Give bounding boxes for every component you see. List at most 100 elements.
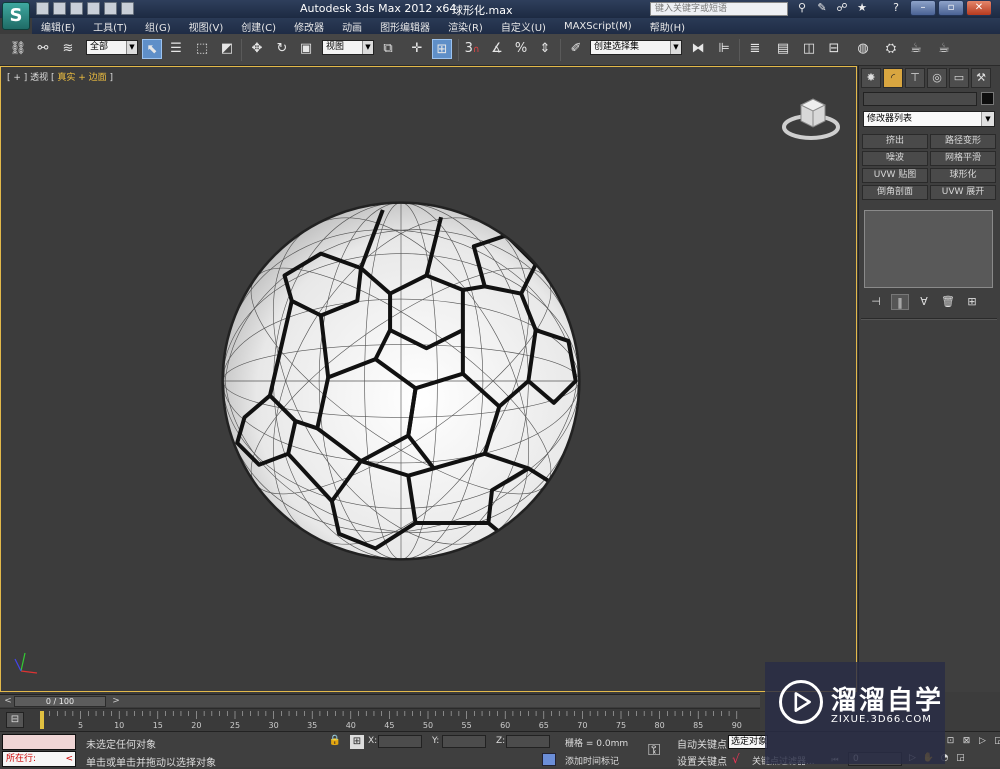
- render-setup-icon[interactable]: ⛭: [881, 39, 901, 59]
- close-button[interactable]: ✕: [966, 0, 992, 16]
- tools-icon[interactable]: ✎: [815, 1, 829, 15]
- new-file-icon[interactable]: [36, 2, 49, 15]
- selection-filter-dropdown[interactable]: 全部 ▼: [86, 40, 138, 55]
- graphite-modeling-icon[interactable]: ▤: [773, 39, 793, 59]
- rendered-frame-window-icon[interactable]: ☕: [906, 39, 926, 59]
- motion-tab-icon[interactable]: ◎: [927, 68, 947, 88]
- perspective-viewport[interactable]: [ + ] 透视 [ 真实 + 边面 ]: [0, 66, 857, 692]
- save-file-icon[interactable]: [70, 2, 83, 15]
- material-editor-icon[interactable]: ◍: [853, 39, 873, 59]
- select-and-link-icon[interactable]: ⛓: [8, 39, 28, 59]
- align-icon[interactable]: ⊫: [714, 39, 734, 59]
- search-input[interactable]: 键入关键字或短语: [650, 2, 788, 16]
- add-time-tag-icon[interactable]: [542, 753, 556, 766]
- menu-group[interactable]: 组(G): [136, 19, 180, 34]
- set-key-icon[interactable]: ⚿: [648, 740, 660, 760]
- communication-icon[interactable]: ☍: [835, 1, 849, 15]
- show-end-result-icon[interactable]: ‖: [891, 294, 909, 310]
- menu-views[interactable]: 视图(V): [180, 19, 233, 34]
- configure-modifier-sets-icon[interactable]: ⊞: [963, 294, 981, 310]
- absolute-mode-icon[interactable]: ⊞: [350, 735, 364, 749]
- z-coordinate-field[interactable]: [506, 735, 550, 748]
- snaps-toggle-icon[interactable]: 3∩: [462, 39, 482, 59]
- auto-key-button[interactable]: 自动关键点: [677, 736, 727, 751]
- modifier-spherify-button[interactable]: 球形化: [930, 168, 996, 183]
- field-of-view-icon[interactable]: ▷: [976, 735, 989, 748]
- object-name-field[interactable]: [863, 92, 977, 106]
- quick-access-dropdown-icon[interactable]: [121, 2, 134, 15]
- menu-maxscript[interactable]: MAXScript(M): [555, 21, 641, 32]
- bind-space-warp-icon[interactable]: ≋: [58, 39, 78, 59]
- hierarchy-tab-icon[interactable]: ⊤: [905, 68, 925, 88]
- viewcube-icon[interactable]: [781, 89, 841, 145]
- pivot-center-icon[interactable]: ⧉: [378, 39, 398, 59]
- named-selection-dropdown[interactable]: 创建选择集 ▼: [590, 40, 682, 55]
- help-icon[interactable]: ?: [889, 1, 903, 15]
- rectangular-selection-icon[interactable]: ⬚: [192, 39, 212, 59]
- menu-create[interactable]: 创建(C): [232, 19, 285, 34]
- render-production-icon[interactable]: ☕: [934, 39, 954, 59]
- y-coordinate-field[interactable]: [442, 735, 486, 748]
- remove-modifier-icon[interactable]: 🗑: [939, 294, 957, 310]
- track-bar[interactable]: ⊟ 5 10 15 20 25 30 35 40 45 50 55 60 65 70 75 80 85 90: [0, 708, 760, 730]
- time-slider-next-icon[interactable]: >: [110, 696, 122, 707]
- mirror-icon[interactable]: ⧓: [688, 39, 708, 59]
- menu-edit[interactable]: 编辑(E): [32, 19, 84, 34]
- window-crossing-icon[interactable]: ◩: [217, 39, 237, 59]
- menu-modifiers[interactable]: 修改器: [285, 19, 333, 34]
- modifier-list-dropdown[interactable]: 修改器列表 ▼: [863, 111, 995, 127]
- time-slider-thumb[interactable]: 0 / 100: [14, 696, 106, 707]
- pin-stack-icon[interactable]: ⊣: [867, 294, 885, 310]
- time-slider-prev-icon[interactable]: <: [2, 696, 14, 707]
- modifier-bevel-profile-button[interactable]: 倒角剖面: [862, 185, 928, 200]
- modifier-extrude-button[interactable]: 挤出: [862, 134, 928, 149]
- x-coordinate-field[interactable]: [378, 735, 422, 748]
- keyboard-shortcut-override-icon[interactable]: ⊞: [432, 39, 452, 59]
- display-tab-icon[interactable]: ▭: [949, 68, 969, 88]
- maxscript-listener-input[interactable]: [2, 734, 76, 750]
- create-tab-icon[interactable]: ✸: [861, 68, 881, 88]
- running-line-indicator[interactable]: 所在行: <: [2, 751, 76, 767]
- modify-tab-icon[interactable]: ◜: [883, 68, 903, 88]
- maximize-toggle-icon[interactable]: ◲: [954, 752, 967, 765]
- select-object-icon[interactable]: ⬉: [142, 39, 162, 59]
- app-logo-icon[interactable]: S: [2, 2, 30, 30]
- open-file-icon[interactable]: [53, 2, 66, 15]
- menu-tools[interactable]: 工具(T): [84, 19, 136, 34]
- select-by-name-icon[interactable]: ☰: [166, 39, 186, 59]
- spinner-snap-icon[interactable]: ⇕: [535, 39, 555, 59]
- unlink-icon[interactable]: ⚯: [33, 39, 53, 59]
- rotate-icon[interactable]: ↻: [272, 39, 292, 59]
- reference-coordinate-dropdown[interactable]: 视图 ▼: [322, 40, 374, 55]
- angle-snap-icon[interactable]: ∡: [487, 39, 507, 59]
- redo-icon[interactable]: [104, 2, 117, 15]
- add-time-tag-button[interactable]: 添加时间标记: [565, 754, 619, 767]
- menu-help[interactable]: 帮助(H): [641, 19, 694, 34]
- move-icon[interactable]: ✥: [247, 39, 267, 59]
- set-key-button[interactable]: 设置关键点: [677, 753, 727, 768]
- make-unique-icon[interactable]: ∀: [915, 294, 933, 310]
- undo-icon[interactable]: [87, 2, 100, 15]
- layer-manager-icon[interactable]: ≣: [745, 39, 765, 59]
- menu-customize[interactable]: 自定义(U): [492, 19, 555, 34]
- soccer-ball-mesh[interactable]: [219, 199, 583, 563]
- binoculars-icon[interactable]: ⚲: [795, 1, 809, 15]
- menu-animation[interactable]: 动画: [333, 19, 371, 34]
- favorites-icon[interactable]: ★: [855, 1, 869, 15]
- selection-lock-icon[interactable]: 🔒: [328, 735, 342, 749]
- utilities-tab-icon[interactable]: ⚒: [971, 68, 991, 88]
- scale-icon[interactable]: ▣: [296, 39, 316, 59]
- curve-editor-icon[interactable]: ◫: [799, 39, 819, 59]
- minimize-button[interactable]: –: [910, 0, 936, 16]
- percent-snap-icon[interactable]: %: [511, 39, 531, 59]
- timeline-ruler[interactable]: 5 10 15 20 25 30 35 40 45 50 55 60 65 70 75 80 85 90: [40, 709, 760, 731]
- modifier-uvw-map-button[interactable]: UVW 贴图: [862, 168, 928, 183]
- object-color-swatch[interactable]: [981, 92, 994, 105]
- maximize-viewport-icon[interactable]: ◲: [992, 735, 1000, 748]
- menu-graph-editors[interactable]: 图形编辑器: [371, 19, 439, 34]
- key-selection-dropdown[interactable]: 选定对象: [728, 735, 768, 749]
- select-and-manipulate-icon[interactable]: ✛: [407, 39, 427, 59]
- time-slider[interactable]: < 0 / 100 >: [0, 694, 760, 707]
- viewport-shading-label[interactable]: 真实 + 边面: [57, 73, 106, 83]
- modifier-noise-button[interactable]: 噪波: [862, 151, 928, 166]
